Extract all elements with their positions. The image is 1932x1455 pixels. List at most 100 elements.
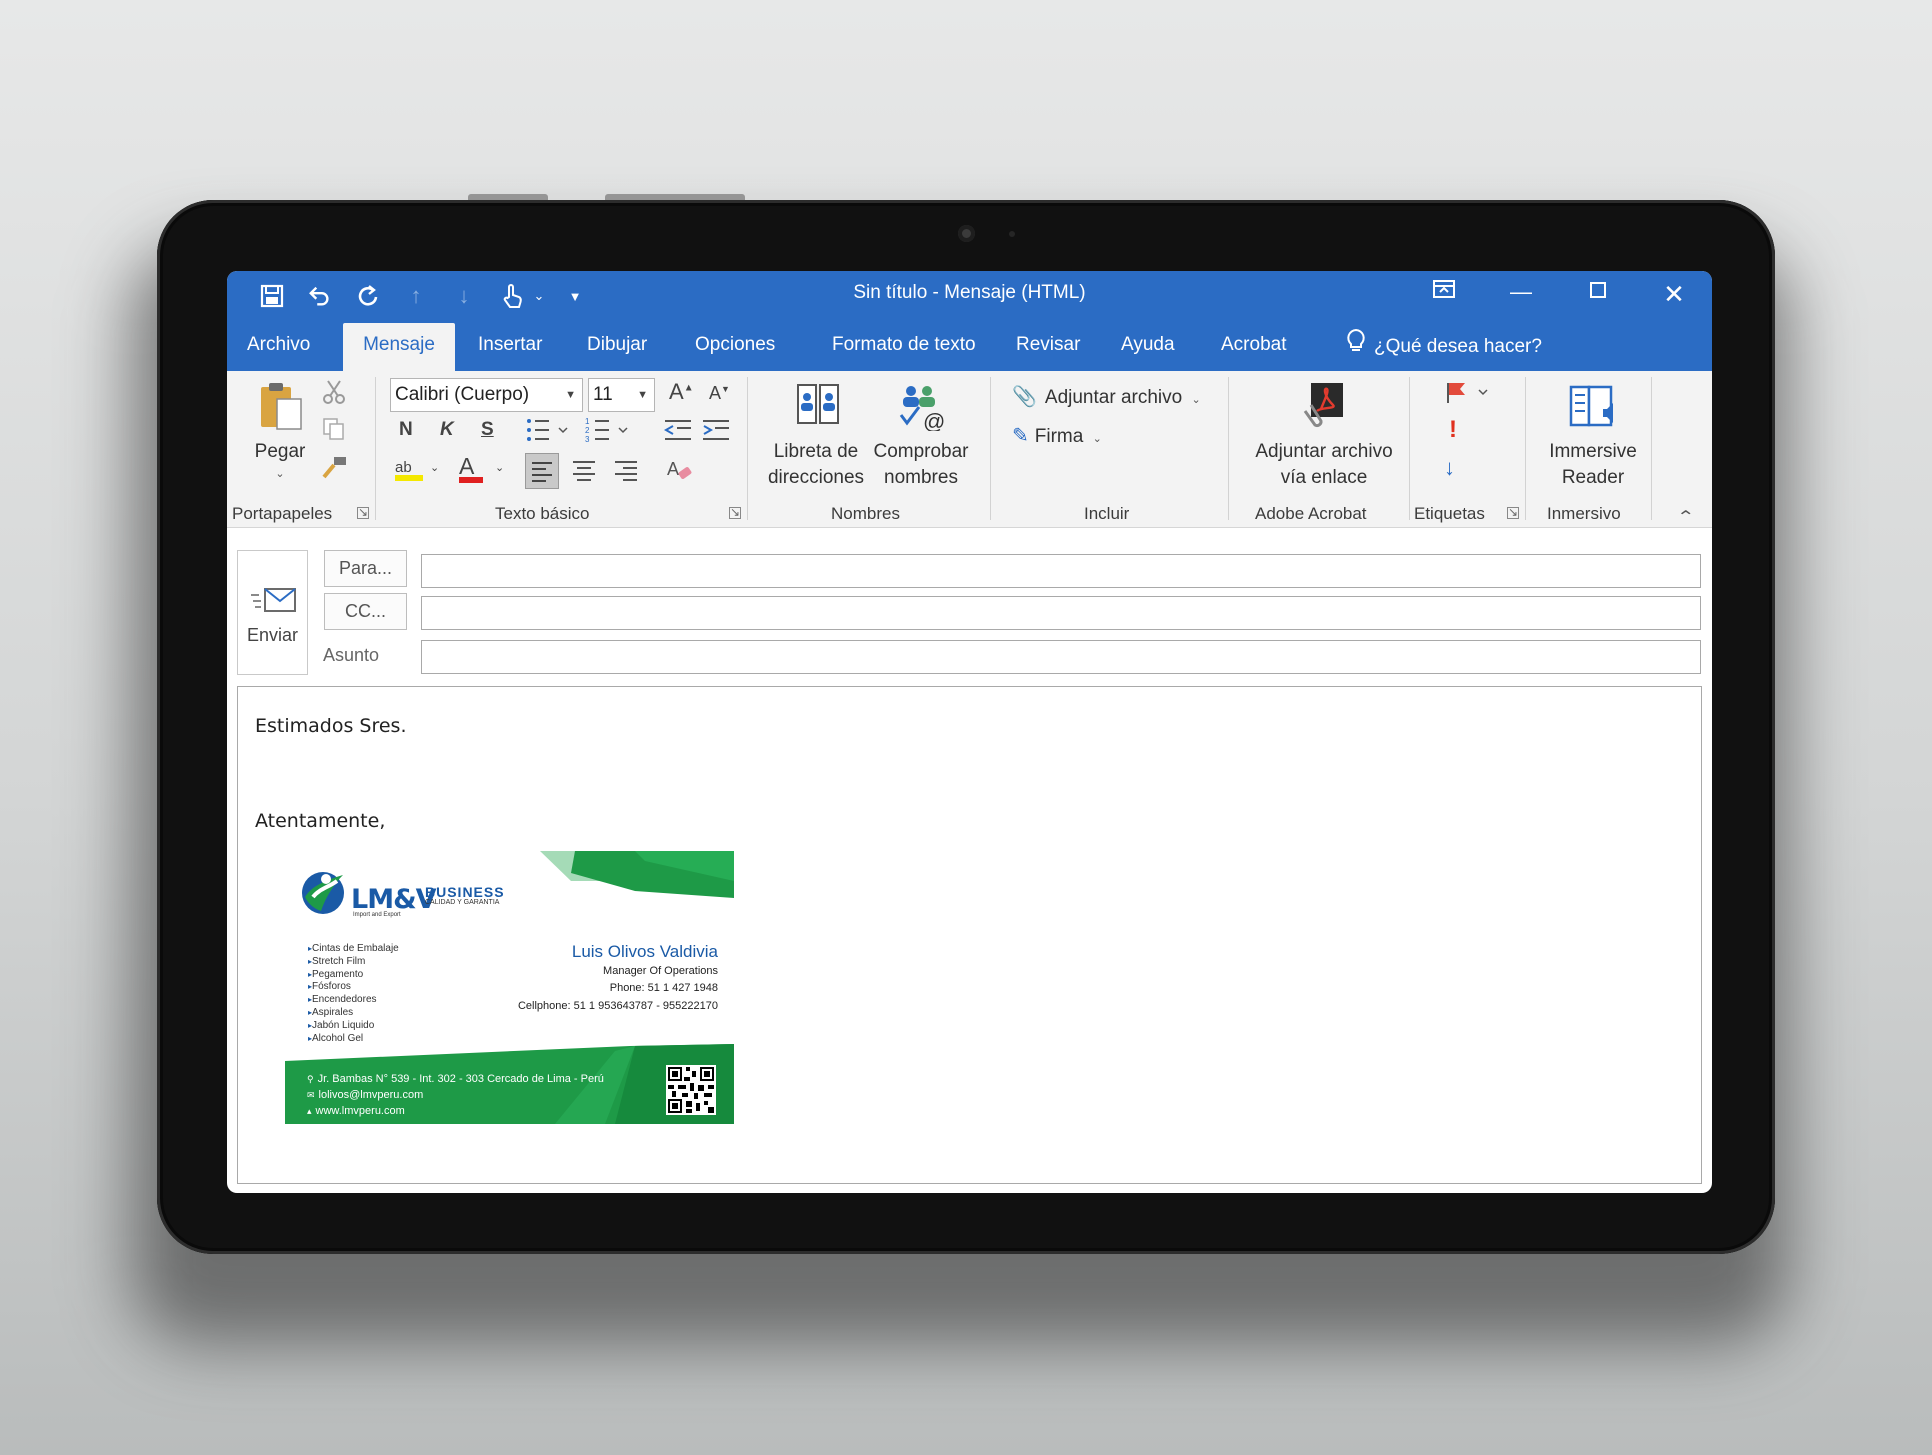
tab-ayuda[interactable]: Ayuda <box>1109 323 1187 371</box>
product-item: Pegamento <box>308 969 399 982</box>
closing-text: Atentamente, <box>255 810 386 832</box>
copy-icon[interactable] <box>322 417 346 447</box>
signature-button[interactable]: ✎ Firma ⌄ <box>1012 423 1102 448</box>
grow-font-icon: A <box>669 379 684 404</box>
window-title: Sin título - Mensaje (HTML) <box>853 282 1086 303</box>
minimize-icon[interactable]: — <box>1506 279 1536 305</box>
font-size-value: 11 <box>593 384 613 405</box>
immersive-reader-icon <box>1569 385 1613 427</box>
dialog-launcher-icon[interactable]: ↘ <box>1507 506 1519 519</box>
shrink-font-button[interactable]: A▼ <box>709 383 730 404</box>
signature-icon: ✎ <box>1012 425 1029 447</box>
attach-via-link-label-1: Adjuntar archivo <box>1255 441 1393 462</box>
group-separator <box>990 377 991 520</box>
svg-text:2: 2 <box>585 426 590 435</box>
chevron-down-icon[interactable]: ⌄ <box>495 461 504 474</box>
tab-acrobat[interactable]: Acrobat <box>1209 323 1298 371</box>
subject-label: Asunto <box>323 645 380 665</box>
low-importance-icon[interactable]: ↓ <box>1444 455 1455 481</box>
close-icon[interactable]: ✕ <box>1659 279 1689 310</box>
cc-button[interactable]: CC... <box>324 593 407 630</box>
collapse-ribbon-icon[interactable]: ⌃ <box>1676 507 1695 527</box>
tablet-camera <box>958 225 975 242</box>
highlight-button[interactable]: ab <box>395 457 423 481</box>
group-label-etiquetas: Etiquetas <box>1414 504 1485 523</box>
outlook-window: ↑ ↓ ⌄ ▼ Sin título - Mensaje (HTML) — ✕ … <box>227 271 1712 1193</box>
bold-button[interactable]: N <box>399 419 413 441</box>
contact-phone: Phone: 51 1 427 1948 <box>609 982 718 994</box>
check-names-icon: @ <box>899 386 945 431</box>
shrink-font-icon: A <box>709 383 722 403</box>
font-color-button[interactable]: A <box>459 453 483 483</box>
increase-indent-icon[interactable] <box>701 418 731 448</box>
tab-archivo[interactable]: Archivo <box>235 323 322 371</box>
align-center-icon[interactable] <box>571 459 597 489</box>
numbering-icon[interactable]: 123 <box>585 416 631 450</box>
contact-email: lolivos@lmvperu.com <box>318 1089 424 1101</box>
signature-card: LM&V BUSINESS CALIDAD Y GARANTIA Import … <box>285 851 734 1124</box>
tell-me-label: ¿Qué desea hacer? <box>1374 336 1542 357</box>
highlight-icon: ab <box>395 459 412 476</box>
address-book-button[interactable]: Libreta de direcciones <box>764 381 868 497</box>
tab-formato-de-texto[interactable]: Formato de texto <box>820 323 988 371</box>
high-importance-button[interactable]: ! <box>1449 416 1457 444</box>
dialog-launcher-icon[interactable]: ↘ <box>357 506 369 519</box>
title-bar: ↑ ↓ ⌄ ▼ Sin título - Mensaje (HTML) — ✕ … <box>227 271 1712 371</box>
location-pin-icon: ⚲ <box>307 1074 314 1084</box>
signature-label: Firma <box>1034 426 1084 447</box>
send-button[interactable]: Enviar <box>237 550 308 675</box>
attach-file-button[interactable]: 📎 Adjuntar archivo ⌄ <box>1012 384 1201 409</box>
tablet-sensor <box>1009 231 1015 237</box>
website-icon: ▴ <box>307 1106 312 1116</box>
underline-button[interactable]: S <box>481 419 494 441</box>
tab-mensaje[interactable]: Mensaje <box>343 323 455 371</box>
cut-icon[interactable] <box>322 379 346 411</box>
subject-field[interactable] <box>421 640 1701 674</box>
tab-revisar[interactable]: Revisar <box>1004 323 1092 371</box>
cc-field[interactable] <box>421 596 1701 630</box>
group-separator <box>1409 377 1410 520</box>
to-field[interactable] <box>421 554 1701 588</box>
tab-insertar[interactable]: Insertar <box>466 323 554 371</box>
paperclip-icon: 📎 <box>1012 386 1037 408</box>
ribbon-tabs: Archivo Mensaje Insertar Dibujar Opcione… <box>227 323 1712 371</box>
maximize-icon[interactable] <box>1583 279 1613 305</box>
check-names-label-1: Comprobar <box>873 441 969 462</box>
align-right-icon[interactable] <box>613 459 639 489</box>
immersive-reader-button[interactable]: Immersive Reader <box>1537 381 1649 497</box>
qr-code-icon <box>666 1065 716 1115</box>
italic-button[interactable]: K <box>440 419 454 441</box>
attach-via-link-button[interactable]: Adjuntar archivo vía enlace <box>1239 381 1409 497</box>
chevron-down-icon: ▼ <box>565 389 576 401</box>
font-size-combo[interactable]: 11 ▼ <box>588 378 655 412</box>
chevron-down-icon[interactable]: ⌄ <box>430 461 439 474</box>
grow-font-button[interactable]: A▲ <box>669 379 694 405</box>
clear-formatting-icon[interactable]: A <box>667 457 695 489</box>
decrease-indent-icon[interactable] <box>663 418 693 448</box>
paste-button[interactable]: Pegar ⌄ <box>249 381 311 491</box>
address-book-label-2: direcciones <box>767 467 865 488</box>
to-button[interactable]: Para... <box>324 550 407 587</box>
format-painter-icon[interactable] <box>322 455 348 485</box>
chevron-down-icon[interactable]: ⌄ <box>249 461 311 487</box>
tab-opciones[interactable]: Opciones <box>683 323 787 371</box>
tell-me-search[interactable]: ¿Qué desea hacer? <box>1334 323 1554 371</box>
group-label-adobe-acrobat: Adobe Acrobat <box>1255 504 1367 523</box>
group-separator <box>1228 377 1229 520</box>
address-book-icon <box>797 384 839 424</box>
ribbon-display-options-icon[interactable] <box>1429 279 1459 305</box>
check-names-button[interactable]: @ Comprobar nombres <box>869 381 973 497</box>
acrobat-attach-icon <box>1303 383 1343 428</box>
contact-address-row: ⚲ Jr. Bambas N° 539 - Int. 302 - 303 Cerc… <box>307 1073 604 1085</box>
tab-dibujar[interactable]: Dibujar <box>575 323 659 371</box>
align-left-button[interactable] <box>525 453 559 489</box>
product-item: Jabón Liquido <box>308 1020 399 1033</box>
check-names-label-2: nombres <box>884 467 958 488</box>
attach-file-label: Adjuntar archivo <box>1044 387 1183 408</box>
send-label: Enviar <box>246 625 299 645</box>
group-label-nombres: Nombres <box>831 504 900 523</box>
follow-up-flag-button[interactable] <box>1445 381 1489 411</box>
bullets-icon[interactable] <box>525 416 571 450</box>
font-name-combo[interactable]: Calibri (Cuerpo) ▼ <box>390 378 583 412</box>
dialog-launcher-icon[interactable]: ↘ <box>729 506 741 519</box>
